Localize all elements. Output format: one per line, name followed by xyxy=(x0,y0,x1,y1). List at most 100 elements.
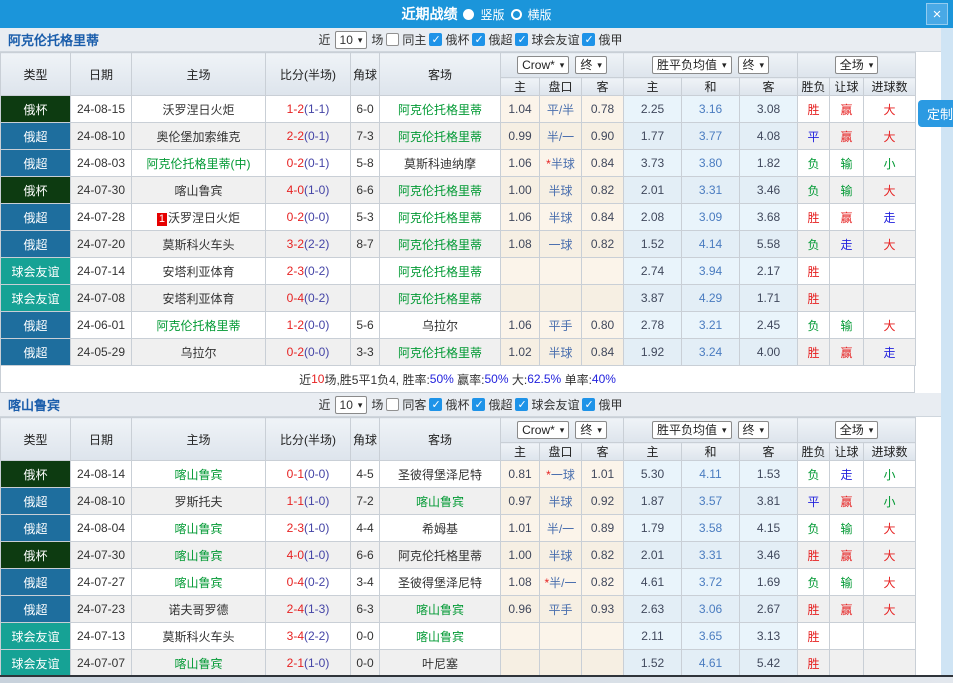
same-venue-checkbox[interactable] xyxy=(386,33,399,46)
league-checkbox-0[interactable] xyxy=(429,33,442,46)
handicap-line: 半球 xyxy=(540,488,582,515)
match-row: 俄超24-08-10奥伦堡加索维克2-2(0-1)7-3阿克伦托格里蒂0.99半… xyxy=(1,123,916,150)
avg-away-odds: 4.00 xyxy=(740,339,798,366)
summary-text: 近 xyxy=(299,371,311,388)
scope-select[interactable]: 全场 xyxy=(835,421,879,439)
handicap-home-odds: 1.00 xyxy=(501,177,540,204)
handicap-home-odds: 1.00 xyxy=(501,542,540,569)
away-team-name: 阿克伦托格里蒂 xyxy=(398,346,482,360)
match-row: 俄超24-06-01阿克伦托格里蒂1-2(0-0)5-6乌拉尔1.06平手0.8… xyxy=(1,312,916,339)
result-wdl: 负 xyxy=(798,461,830,488)
full-time-score: 2-3 xyxy=(287,264,304,278)
league-checkbox-1[interactable] xyxy=(472,33,485,46)
avg-home-odds: 1.77 xyxy=(624,123,682,150)
handicap-away-odds xyxy=(582,623,624,650)
match-date: 24-07-14 xyxy=(71,258,132,285)
handicap-line-text: 一球 xyxy=(551,468,575,482)
corner-score: 3-3 xyxy=(351,339,380,366)
handicap-line: 半球 xyxy=(540,339,582,366)
handicap-home-odds: 0.99 xyxy=(501,123,540,150)
handicap-line: 半球 xyxy=(540,177,582,204)
avg-home-odds: 2.01 xyxy=(624,177,682,204)
games-label: 场 xyxy=(371,31,383,48)
result-wdl: 胜 xyxy=(798,339,830,366)
match-date: 24-07-28 xyxy=(71,204,132,231)
col-header-type: 类型 xyxy=(1,53,71,96)
sub-header-avg-away: 客 xyxy=(740,78,798,96)
home-team-name: 莫斯科火车头 xyxy=(162,238,234,252)
away-team: 莫斯科迪纳摩 xyxy=(380,150,501,177)
same-venue-checkbox[interactable] xyxy=(386,398,399,411)
league-badge: 俄超 xyxy=(1,123,71,150)
result-wdl: 胜 xyxy=(798,96,830,123)
home-team-name: 喀山鲁宾 xyxy=(174,184,222,198)
result-handicap: 输 xyxy=(830,177,864,204)
home-team: 莫斯科火车头 xyxy=(132,623,266,650)
avg-draw-odds: 3.57 xyxy=(682,488,740,515)
window-bottom-edge xyxy=(0,675,953,683)
odds-company-select[interactable]: Crow* xyxy=(517,56,569,74)
scope-select[interactable]: 全场 xyxy=(835,56,879,74)
avg-odds-select[interactable]: 胜平负均值 xyxy=(652,56,732,74)
sub-header-goals: 进球数 xyxy=(864,443,916,461)
result-handicap xyxy=(830,285,864,312)
league-label-1: 俄超 xyxy=(488,31,512,48)
sub-header-pk-away: 客 xyxy=(582,443,624,461)
result-wdl: 胜 xyxy=(798,650,830,677)
avg-away-odds: 1.69 xyxy=(740,569,798,596)
summary-bar: 近10场,胜5平1负4, 胜率:50% 赢率:50% 大:62.5% 单率:40… xyxy=(0,366,915,393)
result-wdl: 胜 xyxy=(798,285,830,312)
avg-odds-select[interactable]: 胜平负均值 xyxy=(652,421,732,439)
sub-header-pk-line: 盘口 xyxy=(540,443,582,461)
home-team-name: 沃罗涅日火炬 xyxy=(162,103,234,117)
league-checkbox-2[interactable] xyxy=(515,398,528,411)
summary-text: 大: xyxy=(509,371,528,388)
full-time-score: 2-4 xyxy=(287,602,304,616)
close-button[interactable]: × xyxy=(926,3,948,25)
handicap-home-odds xyxy=(501,623,540,650)
league-checkbox-3[interactable] xyxy=(582,398,595,411)
result-goals: 大 xyxy=(864,231,916,258)
horizontal-layout-radio[interactable] xyxy=(511,9,522,20)
result-handicap xyxy=(830,258,864,285)
odds-time-select[interactable]: 终 xyxy=(575,421,607,439)
avg-away-odds: 1.71 xyxy=(740,285,798,312)
matches-tbody: 俄杯24-08-15沃罗涅日火炬1-2(1-1)6-0阿克伦托格里蒂1.04平/… xyxy=(1,96,916,366)
result-wdl: 平 xyxy=(798,123,830,150)
handicap-line-text: 半/一 xyxy=(547,130,574,144)
vertical-layout-radio[interactable] xyxy=(463,9,474,20)
handicap-line: 半/一 xyxy=(540,123,582,150)
match-row: 俄超24-08-10罗斯托夫1-1(1-0)7-2喀山鲁宾0.97半球0.921… xyxy=(1,488,916,515)
league-checkbox-2[interactable] xyxy=(515,33,528,46)
league-label-0: 俄杯 xyxy=(445,31,469,48)
avg-time-select[interactable]: 终 xyxy=(738,56,770,74)
home-team: 喀山鲁宾 xyxy=(132,177,266,204)
home-team-name: 喀山鲁宾 xyxy=(174,468,222,482)
handicap-away-odds: 0.90 xyxy=(582,123,624,150)
match-count-select[interactable]: 10 xyxy=(335,396,368,414)
score: 2-3(0-2) xyxy=(266,258,351,285)
home-team: 莫斯科火车头 xyxy=(132,231,266,258)
avg-time-select[interactable]: 终 xyxy=(738,421,770,439)
customize-button[interactable]: 定制 xyxy=(918,100,953,127)
league-checkbox-0[interactable] xyxy=(429,398,442,411)
home-team-name: 奥伦堡加索维克 xyxy=(156,130,240,144)
league-checkbox-3[interactable] xyxy=(582,33,595,46)
score: 0-2(0-0) xyxy=(266,339,351,366)
odds-time-select[interactable]: 终 xyxy=(575,56,607,74)
home-team: 罗斯托夫 xyxy=(132,488,266,515)
result-goals: 大 xyxy=(864,596,916,623)
summary-text: 场,胜5平1负4, 胜率: xyxy=(324,371,429,388)
league-checkbox-1[interactable] xyxy=(472,398,485,411)
avg-draw-odds: 3.58 xyxy=(682,515,740,542)
avg-away-odds: 3.46 xyxy=(740,177,798,204)
matches-table: 类型 日期 主场 比分(半场) 角球 客场 Crow* 终 胜平负均值 终 全场… xyxy=(0,52,916,366)
summary-text: 40% xyxy=(592,372,616,386)
full-time-score: 2-1 xyxy=(287,656,304,670)
handicap-away-odds: 0.82 xyxy=(582,569,624,596)
odds-company-header: Crow* 终 xyxy=(501,53,624,78)
odds-company-select[interactable]: Crow* xyxy=(517,421,569,439)
match-row: 俄超24-08-03阿克伦托格里蒂(中)0-2(0-1)5-8莫斯科迪纳摩1.0… xyxy=(1,150,916,177)
handicap-away-odds xyxy=(582,258,624,285)
match-count-select[interactable]: 10 xyxy=(335,31,368,49)
